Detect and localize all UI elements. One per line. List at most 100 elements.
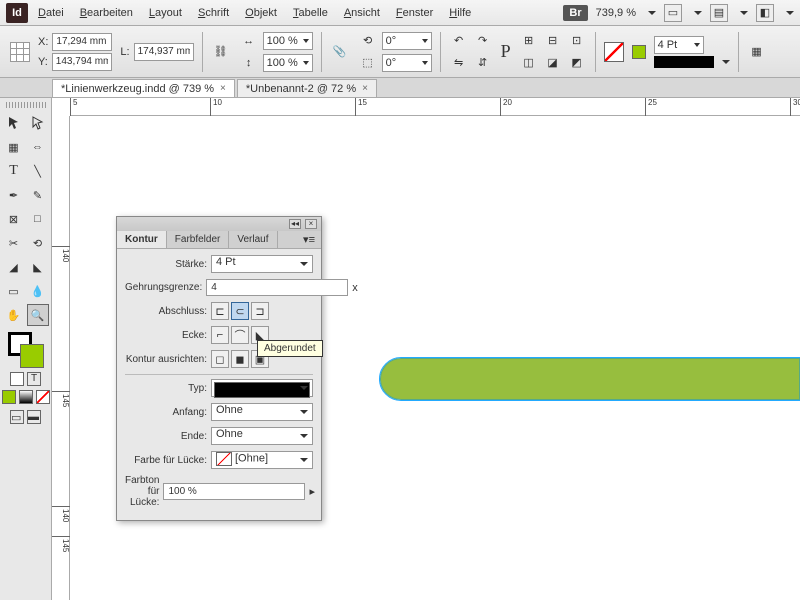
tab-verlauf[interactable]: Verlauf [229, 231, 277, 248]
sel-b-icon[interactable]: ◪ [543, 53, 563, 73]
cap-projecting-button[interactable]: ⊐ [251, 302, 269, 320]
menu-layout[interactable]: Layout [143, 3, 188, 23]
bridge-badge[interactable]: Br [563, 5, 587, 21]
type-tool[interactable]: T [3, 160, 25, 182]
caret-icon[interactable] [740, 11, 748, 15]
staerke-select[interactable]: 4 Pt [211, 255, 313, 273]
rotate-cw-icon[interactable]: ↷ [473, 31, 493, 51]
selection-tool[interactable] [3, 112, 25, 134]
effects-icon[interactable]: ▦ [747, 42, 767, 62]
gehrung-input[interactable] [206, 279, 348, 296]
menu-hilfe[interactable]: Hilfe [443, 3, 477, 23]
view-preview[interactable]: ▬ [27, 410, 41, 424]
menu-schrift[interactable]: Schrift [192, 3, 235, 23]
close-icon[interactable]: × [305, 219, 317, 229]
pen-tool[interactable]: ✒ [3, 184, 25, 206]
tab-farbfelder[interactable]: Farbfelder [167, 231, 230, 248]
x-input[interactable] [52, 33, 112, 51]
line-tool[interactable]: ╲ [27, 160, 49, 182]
view-mode-3[interactable]: ◧ [756, 4, 774, 22]
view-mode-1[interactable]: ▭ [664, 4, 682, 22]
scale-x-input[interactable]: 100 % [263, 32, 313, 50]
rotate-input[interactable]: 0° [382, 32, 432, 50]
y-input[interactable] [52, 53, 112, 71]
cap-round-button[interactable]: ⊂ [231, 302, 249, 320]
caret-icon[interactable] [722, 60, 730, 64]
zoom-caret-icon[interactable] [648, 11, 656, 15]
clip-icon[interactable]: 📎 [330, 42, 350, 62]
zoom-tool[interactable]: 🔍 [27, 304, 49, 326]
eyedropper-tool[interactable]: 💧 [27, 280, 49, 302]
rectangle-tool[interactable]: □ [27, 208, 49, 230]
pencil-tool[interactable]: ✎ [27, 184, 49, 206]
menu-datei[interactable]: Datei [32, 3, 70, 23]
align-center-button[interactable]: ◻ [211, 350, 229, 368]
ende-select[interactable]: Ohne [211, 427, 313, 445]
view-mode-2[interactable]: ▤ [710, 4, 728, 22]
menu-ansicht[interactable]: Ansicht [338, 3, 386, 23]
gradient-feather-tool[interactable]: ◣ [27, 256, 49, 278]
gradient-swatch-tool[interactable]: ◢ [3, 256, 25, 278]
align-inside-button[interactable]: ◼ [231, 350, 249, 368]
join-miter-button[interactable]: ⌐ [211, 326, 229, 344]
doc-tab-1[interactable]: *Linienwerkzeug.indd @ 739 %× [52, 79, 235, 97]
view-normal[interactable]: ▭ [10, 410, 24, 424]
color-mode[interactable] [2, 390, 16, 404]
note-tool[interactable]: ▭ [3, 280, 25, 302]
sel-c-icon[interactable]: ◩ [567, 53, 587, 73]
apply-text[interactable]: T [27, 372, 41, 386]
panel-titlebar[interactable]: ◂◂ × [117, 217, 321, 231]
none-mode[interactable] [36, 390, 50, 404]
menu-bearbeiten[interactable]: Bearbeiten [74, 3, 139, 23]
stroke-color-swatch[interactable] [632, 45, 646, 59]
menu-fenster[interactable]: Fenster [390, 3, 439, 23]
scale-y-input[interactable]: 100 % [263, 54, 313, 72]
selected-line-object[interactable] [380, 358, 800, 400]
collapse-icon[interactable]: ◂◂ [289, 219, 301, 229]
ruler-vertical[interactable]: 140 145 140 145 [52, 116, 70, 600]
p-icon[interactable]: P [501, 41, 511, 62]
link-icon[interactable]: ⛓ [211, 42, 231, 62]
select-child-icon[interactable]: ⊟ [543, 31, 563, 51]
ruler-horizontal[interactable]: 5 10 15 20 25 30 [70, 98, 800, 116]
fill-swatch[interactable] [604, 42, 624, 62]
zoom-level[interactable]: 739,9 % [596, 7, 636, 19]
panel-menu-icon[interactable]: ▾≡ [297, 233, 321, 246]
flip-h-icon[interactable]: ⇋ [449, 53, 469, 73]
caret-icon[interactable] [786, 11, 794, 15]
direct-selection-tool[interactable] [27, 112, 49, 134]
l-input[interactable] [134, 43, 194, 61]
page-tool[interactable]: ▦ [3, 136, 25, 158]
close-icon[interactable]: × [220, 83, 226, 94]
shear-input[interactable]: 0° [382, 54, 432, 72]
menu-tabelle[interactable]: Tabelle [287, 3, 334, 23]
stroke-weight-input[interactable]: 4 Pt [654, 36, 704, 54]
grip-icon[interactable] [6, 102, 46, 108]
join-round-button[interactable]: ⌒ [231, 326, 249, 344]
hand-tool[interactable]: ✋ [3, 304, 25, 326]
apply-color[interactable] [10, 372, 24, 386]
close-icon[interactable]: × [362, 83, 368, 94]
caret-icon[interactable] [694, 11, 702, 15]
luecke-farbe-select[interactable]: [Ohne] [211, 451, 313, 469]
gap-tool[interactable]: ⇔ [27, 136, 49, 158]
scissors-tool[interactable]: ✂ [3, 232, 25, 254]
slider-caret-icon[interactable]: ▸ [309, 485, 315, 498]
gradient-mode[interactable] [19, 390, 33, 404]
transform-tool[interactable]: ⟲ [27, 232, 49, 254]
sel-a-icon[interactable]: ◫ [519, 53, 539, 73]
flip-v-icon[interactable]: ⇵ [473, 53, 493, 73]
cap-butt-button[interactable]: ⊏ [211, 302, 229, 320]
typ-select[interactable] [211, 379, 313, 397]
reference-point[interactable] [10, 42, 30, 62]
rectangle-frame-tool[interactable]: ⊠ [3, 208, 25, 230]
select-next-icon[interactable]: ⊡ [567, 31, 587, 51]
select-parent-icon[interactable]: ⊞ [519, 31, 539, 51]
anfang-select[interactable]: Ohne [211, 403, 313, 421]
tab-kontur[interactable]: Kontur [117, 231, 167, 248]
stroke-style[interactable] [654, 56, 714, 68]
fill-stroke-swatch[interactable] [8, 332, 44, 368]
luecke-ton-input[interactable] [163, 483, 305, 500]
canvas[interactable]: ◂◂ × Kontur Farbfelder Verlauf ▾≡ Stärke… [70, 116, 800, 600]
menu-objekt[interactable]: Objekt [239, 3, 283, 23]
